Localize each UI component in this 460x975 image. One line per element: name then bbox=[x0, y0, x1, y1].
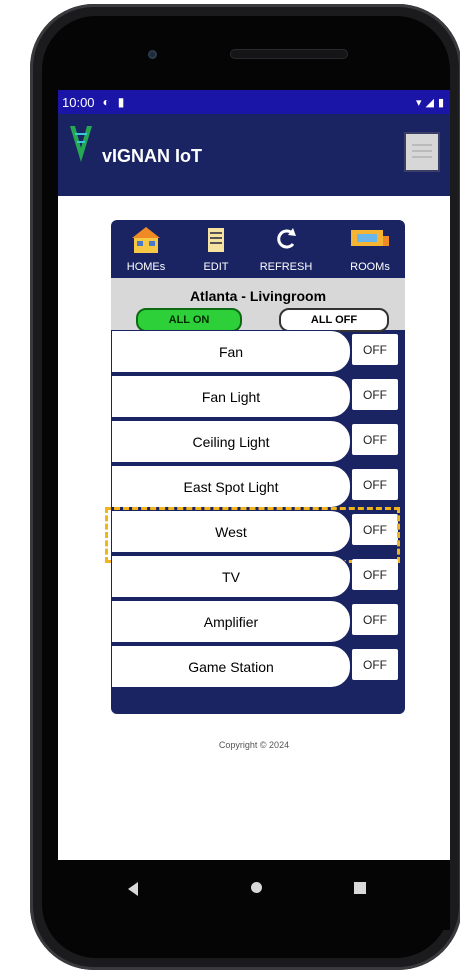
device-row-east-spot-light: East Spot Light OFF bbox=[111, 465, 405, 510]
copyright-text: Copyright © 2024 bbox=[218, 740, 290, 750]
refresh-label: REFRESH bbox=[259, 261, 313, 273]
room-header: Atlanta - Livingroom ALL ON ALL OFF bbox=[111, 278, 405, 332]
signal-icon: ◢ bbox=[425, 96, 434, 109]
device-row-amplifier: Amplifier OFF bbox=[111, 600, 405, 645]
device-row-tv: TV OFF bbox=[111, 555, 405, 600]
menu-icon bbox=[412, 144, 432, 146]
panel-toolbar: HOMEs EDIT REFRESH ROOMs bbox=[111, 220, 405, 278]
wifi-icon: ▾ bbox=[415, 96, 422, 109]
app-logo-icon bbox=[70, 126, 92, 162]
device-name[interactable]: Fan bbox=[111, 330, 351, 373]
edit-icon bbox=[208, 228, 224, 252]
device-row-ceiling-light: Ceiling Light OFF bbox=[111, 420, 405, 465]
sd-card-icon: ▮ bbox=[117, 95, 125, 109]
device-toggle-button[interactable]: OFF bbox=[352, 604, 398, 635]
refresh-button[interactable]: REFRESH bbox=[251, 226, 321, 273]
device-toggle-button[interactable]: OFF bbox=[352, 469, 398, 500]
homes-label: HOMEs bbox=[126, 261, 166, 273]
control-panel: HOMEs EDIT REFRESH ROOMs Atlanta - Livin… bbox=[105, 220, 405, 714]
battery-icon: ▮ bbox=[437, 96, 444, 109]
rooms-icon bbox=[351, 230, 389, 246]
device-row-fan: Fan OFF bbox=[111, 330, 405, 375]
rooms-label: ROOMs bbox=[350, 261, 390, 273]
screen: 10:00 ◐ ▮ ▾ ◢ ▮ vIGNAN IoT HOMEs EDIT RE… bbox=[58, 90, 450, 860]
menu-icon bbox=[412, 156, 432, 158]
device-name[interactable]: Fan Light bbox=[111, 375, 351, 418]
front-camera bbox=[148, 50, 157, 59]
edit-button[interactable]: EDIT bbox=[181, 226, 251, 273]
edit-label: EDIT bbox=[203, 261, 229, 273]
all-on-button[interactable]: ALL ON bbox=[136, 308, 242, 332]
menu-icon bbox=[412, 150, 432, 152]
home-icon bbox=[132, 227, 160, 253]
status-bar: 10:00 ◐ ▮ ▾ ◢ ▮ bbox=[58, 90, 450, 114]
device-row-game-station: Game Station OFF bbox=[111, 645, 405, 690]
device-name[interactable]: East Spot Light bbox=[111, 465, 351, 508]
device-toggle-button[interactable]: OFF bbox=[352, 379, 398, 410]
rooms-button[interactable]: ROOMs bbox=[335, 226, 405, 273]
device-name[interactable]: TV bbox=[111, 555, 351, 598]
status-time: 10:00 bbox=[62, 94, 95, 110]
device-name[interactable]: Game Station bbox=[111, 645, 351, 688]
earpiece-speaker bbox=[230, 49, 348, 59]
android-nav-bar bbox=[58, 860, 450, 930]
status-right: ▾ ◢ ▮ bbox=[416, 90, 444, 114]
back-icon[interactable] bbox=[128, 882, 138, 896]
device-row-west: West OFF bbox=[105, 507, 405, 563]
device-toggle-button[interactable]: OFF bbox=[352, 514, 398, 545]
device-row-fan-light: Fan Light OFF bbox=[111, 375, 405, 420]
refresh-icon bbox=[277, 228, 296, 249]
all-off-button[interactable]: ALL OFF bbox=[279, 308, 389, 332]
device-name[interactable]: West bbox=[111, 510, 351, 553]
device-toggle-button[interactable]: OFF bbox=[352, 649, 398, 680]
notification-icon: ◐ bbox=[102, 95, 110, 109]
device-toggle-button[interactable]: OFF bbox=[352, 559, 398, 590]
room-title: Atlanta - Livingroom bbox=[189, 288, 327, 304]
device-toggle-button[interactable]: OFF bbox=[352, 424, 398, 455]
menu-button[interactable] bbox=[404, 132, 440, 172]
app-bar: vIGNAN IoT bbox=[58, 114, 450, 196]
device-toggle-button[interactable]: OFF bbox=[352, 334, 398, 365]
home-circle-icon[interactable] bbox=[251, 882, 262, 893]
device-name[interactable]: Ceiling Light bbox=[111, 420, 351, 463]
homes-button[interactable]: HOMEs bbox=[111, 226, 181, 273]
app-title: vIGNAN IoT bbox=[102, 146, 203, 166]
recents-icon[interactable] bbox=[354, 882, 366, 894]
device-name[interactable]: Amplifier bbox=[111, 600, 351, 643]
